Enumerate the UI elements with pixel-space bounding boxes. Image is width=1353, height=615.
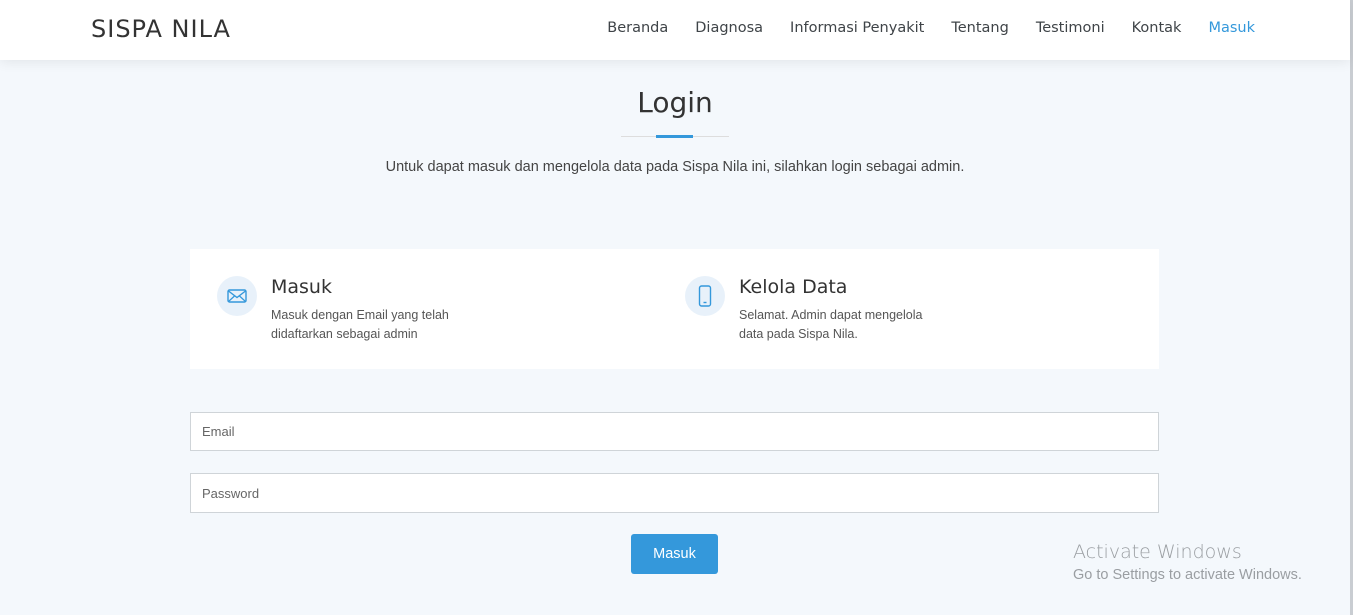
activate-windows-watermark: Activate Windows Go to Settings to activ…	[1073, 541, 1302, 583]
login-submit-button[interactable]: Masuk	[631, 534, 718, 574]
nav-masuk[interactable]: Masuk	[1208, 20, 1255, 36]
phone-icon	[685, 276, 725, 316]
nav-beranda[interactable]: Beranda	[607, 20, 668, 36]
info-title: Masuk	[271, 276, 332, 298]
watermark-title: Activate Windows	[1073, 541, 1242, 563]
site-header: SISPA NILA Beranda Diagnosa Informasi Pe…	[0, 0, 1350, 60]
password-field[interactable]	[190, 473, 1159, 513]
nav-tentang[interactable]: Tentang	[951, 20, 1008, 36]
brand-logo[interactable]: SISPA NILA	[91, 15, 231, 43]
watermark-subtitle: Go to Settings to activate Windows.	[1073, 567, 1302, 583]
page-title: Login	[637, 86, 713, 119]
envelope-icon	[217, 276, 257, 316]
page-subtitle: Untuk dapat masuk dan mengelola data pad…	[385, 159, 965, 175]
info-text: Selamat. Admin dapat mengelola data pada…	[739, 308, 923, 341]
nav-kontak[interactable]: Kontak	[1132, 20, 1182, 36]
nav-diagnosa[interactable]: Diagnosa	[695, 20, 763, 36]
info-text: Masuk dengan Email yang telah didaftarka…	[271, 308, 449, 341]
title-divider-accent	[656, 135, 693, 138]
email-field[interactable]	[190, 412, 1159, 451]
nav-testimoni[interactable]: Testimoni	[1036, 20, 1105, 36]
info-title: Kelola Data	[739, 276, 848, 298]
info-box: Masuk Masuk dengan Email yang telah dida…	[190, 249, 1159, 369]
main-nav: Beranda Diagnosa Informasi Penyakit Tent…	[607, 20, 1255, 36]
nav-informasi-penyakit[interactable]: Informasi Penyakit	[790, 20, 924, 36]
section-title: Login	[0, 86, 1350, 119]
